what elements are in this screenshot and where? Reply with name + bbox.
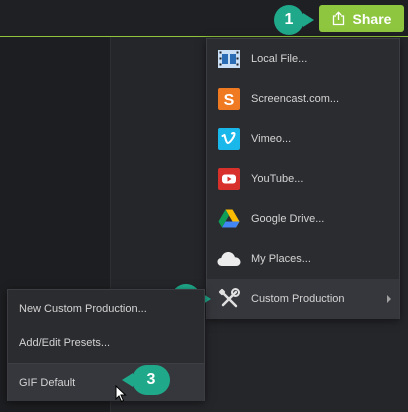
submenu-item-new-custom-production[interactable]: New Custom Production... [8, 290, 204, 327]
menu-item-label: Local File... [251, 53, 308, 65]
submenu-arrow-icon [387, 295, 391, 303]
share-button[interactable]: Share [319, 5, 404, 32]
menu-item-my-places[interactable]: My Places... [207, 239, 399, 279]
menu-item-local-file[interactable]: Local File... [207, 39, 399, 79]
custom-production-submenu: New Custom Production... Add/Edit Preset… [7, 289, 205, 401]
google-drive-icon [217, 207, 241, 231]
submenu-item-label: New Custom Production... [19, 302, 147, 315]
submenu-item-label: Add/Edit Presets... [19, 336, 111, 349]
menu-item-google-drive[interactable]: Google Drive... [207, 199, 399, 239]
callout-1: 1 [274, 5, 314, 35]
vimeo-icon [217, 127, 241, 151]
submenu-item-gif-default[interactable]: GIF Default [8, 364, 204, 401]
submenu-item-label: GIF Default [19, 376, 76, 389]
menu-item-vimeo[interactable]: Vimeo... [207, 119, 399, 159]
tools-icon [217, 287, 241, 311]
callout-1-number: 1 [284, 11, 294, 28]
menu-item-label: My Places... [251, 253, 311, 265]
menu-item-custom-production[interactable]: Custom Production [207, 279, 399, 319]
callout-3-number: 3 [146, 371, 156, 388]
svg-text:S: S [224, 92, 235, 109]
callout-3: 3 [122, 365, 170, 395]
share-upload-icon [332, 11, 345, 26]
submenu-item-add-edit-presets[interactable]: Add/Edit Presets... [8, 324, 204, 361]
screencast-icon: S [217, 87, 241, 111]
menu-item-label: Custom Production [251, 293, 345, 305]
mouse-cursor-icon [115, 384, 127, 408]
share-button-label: Share [352, 10, 392, 27]
cloud-icon [217, 247, 241, 271]
menu-item-label: Screencast.com... [251, 93, 340, 105]
menu-item-label: YouTube... [251, 173, 304, 185]
youtube-icon [217, 167, 241, 191]
menu-item-youtube[interactable]: YouTube... [207, 159, 399, 199]
film-icon [217, 47, 241, 71]
menu-item-screencast[interactable]: S Screencast.com... [207, 79, 399, 119]
share-menu: Local File... S Screencast.com... Vimeo.… [206, 38, 400, 319]
menu-item-label: Vimeo... [251, 133, 292, 145]
menu-item-label: Google Drive... [251, 213, 325, 225]
